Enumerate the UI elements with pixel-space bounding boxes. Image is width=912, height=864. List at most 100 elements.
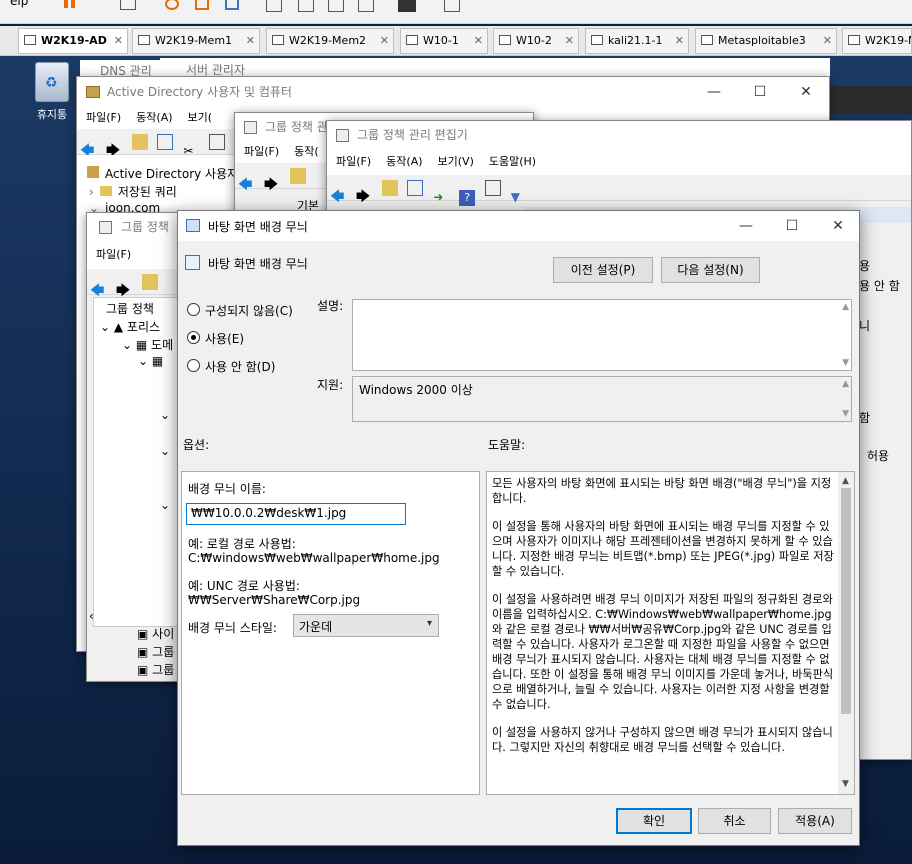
vm-tab-w2k19-me[interactable]: W2K19-Me [842,28,912,54]
scroll-down-icon[interactable]: ▼ [842,777,849,792]
tree-root[interactable]: Active Directory 사용자 [87,165,238,182]
gpl-tree-forest[interactable]: ⌄ ▲ 포리스 [100,318,160,335]
maximize-button[interactable]: ☐ [769,211,815,241]
gpl-tree-ou[interactable]: ⌄ ▦ [138,354,163,368]
menu-file[interactable]: 파일(F) [244,145,279,158]
gpl-tree-domain[interactable]: ⌄ ▦ 도메 [122,336,173,353]
pause-icon[interactable] [64,0,68,8]
folder-up-icon[interactable] [289,168,306,184]
vm-tab-w2k19-mem1[interactable]: W2K19-Mem1 ✕ [132,28,260,54]
vm-tab-w10-1[interactable]: W10-1 ✕ [400,28,488,54]
manage-snapshots-icon[interactable] [225,0,239,10]
menu-view[interactable]: 보기(V) [438,155,474,168]
vm-tab-w10-2[interactable]: W10-2 ✕ [493,28,579,54]
gpl-item-sites[interactable]: ▣ 사이 [137,625,174,642]
gpl-item-modeling[interactable]: ▣ 그룹 [137,643,174,660]
wallpaper-name-input[interactable]: ₩₩10.0.0.2₩desk₩1.jpg [186,503,406,525]
close-icon[interactable]: ✕ [823,29,832,53]
dialog-titlebar[interactable]: 바탕 화면 배경 무늬 — ☐ ✕ [178,211,859,241]
scroll-up-icon[interactable]: ▲ [842,474,849,489]
minimize-button[interactable]: — [723,211,769,241]
filter-icon[interactable]: ▼ [511,190,527,206]
gpl-tree-expander[interactable]: ⌄ [160,408,170,422]
vm-tab-w2k19-mem2[interactable]: W2K19-Mem2 ✕ [266,28,394,54]
help-menu[interactable]: elp [10,0,28,8]
forward-arrow-icon[interactable]: 🡆 [106,140,122,159]
close-button[interactable]: ✕ [783,77,829,107]
maximize-button[interactable]: ☐ [737,77,783,107]
folder-up-icon[interactable] [381,180,398,196]
scroll-up-icon[interactable]: ▲ [842,379,849,389]
back-arrow-icon[interactable]: 🡄 [90,280,106,299]
cancel-button[interactable]: 취소 [698,808,771,834]
menu-file[interactable]: 파일(F) [96,248,131,261]
next-setting-button[interactable]: 다음 설정(N) [661,257,760,283]
folder-up-icon[interactable] [131,134,148,150]
help-scrollbar[interactable]: ▲ ▼ [838,472,854,794]
menu-action[interactable]: 동작(A) [386,155,422,168]
console-icon[interactable] [398,0,416,12]
scrollbar-thumb[interactable] [841,488,851,714]
close-icon[interactable]: ✕ [380,29,389,53]
recycle-bin[interactable]: ♻ 휴지통 [26,62,78,122]
vm-settings-icon[interactable] [120,0,136,10]
menu-file[interactable]: 파일(F) [336,155,371,168]
folder-up-icon[interactable] [141,274,158,290]
close-button[interactable]: ✕ [815,211,861,241]
close-icon[interactable]: ✕ [474,29,483,53]
style-select[interactable]: 가운데 ▾ [293,614,439,637]
snapshot-icon[interactable] [165,0,179,10]
close-icon[interactable]: ✕ [246,29,255,53]
scroll-up-icon[interactable]: ▲ [842,302,849,312]
help-icon[interactable]: ? [459,190,476,206]
back-arrow-icon[interactable]: 🡄 [238,174,254,193]
previous-setting-button[interactable]: 이전 설정(P) [553,257,653,283]
gpl-tree-expander[interactable]: ⌄ [160,444,170,458]
comment-textarea[interactable]: ▲ ▼ [352,299,852,371]
ad-titlebar[interactable]: Active Directory 사용자 및 컴퓨터 — ☐ ✕ [77,77,829,107]
close-icon[interactable]: ✕ [565,29,574,53]
view-icon[interactable] [328,0,344,12]
scroll-down-icon[interactable]: ▼ [842,409,849,419]
radio-enabled[interactable] [187,331,200,344]
minimize-button[interactable]: — [691,77,737,107]
show-hide-tree-icon[interactable] [157,134,174,150]
radio-disabled[interactable] [187,359,200,372]
gpl-titlebar[interactable]: 그룹 정책 [87,213,181,241]
back-arrow-icon[interactable]: 🡄 [330,186,346,205]
menu-file[interactable]: 파일(F) [86,111,121,124]
unity-icon[interactable] [298,0,314,12]
apply-button[interactable]: 적용(A) [778,808,852,834]
show-hide-tree-icon[interactable] [407,180,424,196]
revert-icon[interactable] [195,0,209,10]
menu-help[interactable]: 도움말(H) [489,155,536,168]
menu-action[interactable]: 동작( [294,145,319,158]
gpl-tree-expander[interactable]: ⌄ [160,498,170,512]
forward-arrow-icon[interactable]: 🡆 [116,280,132,299]
vm-tab-metasploitable3[interactable]: Metasploitable3 ✕ [695,28,837,54]
view-icon-2[interactable] [358,0,374,12]
vm-tab-w2k19-ad[interactable]: W2K19-AD ✕ [18,28,128,54]
tree-saved-queries[interactable]: › 저장된 쿼리 [89,183,177,200]
back-arrow-icon[interactable]: 🡄 [80,140,96,159]
fullscreen-icon[interactable] [266,0,282,12]
gpl-item-results[interactable]: ▣ 그룹 [137,661,174,678]
menu-view[interactable]: 보기( [188,111,213,124]
vm-icon [406,35,418,45]
close-icon[interactable]: ✕ [114,29,123,53]
copy-icon[interactable] [209,134,226,150]
menu-action[interactable]: 동작(A) [136,111,172,124]
gpl-tree-root[interactable]: 그룹 정책 [106,300,154,317]
radio-not-configured[interactable] [187,303,200,316]
scroll-down-icon[interactable]: ▼ [842,358,849,368]
scroll-left-icon[interactable]: ‹ [89,609,94,623]
stretch-icon[interactable] [444,0,460,12]
properties-icon[interactable] [484,180,501,196]
ok-button[interactable]: 확인 [616,808,692,834]
forward-arrow-icon[interactable]: 🡆 [264,174,280,193]
forward-arrow-icon[interactable]: 🡆 [356,186,372,205]
close-icon[interactable]: ✕ [675,29,684,53]
vm-tab-kali[interactable]: kali21.1-1 ✕ [585,28,689,54]
gpe-titlebar[interactable]: 그룹 정책 관리 편집기 [327,121,911,149]
export-icon[interactable]: ➜ [433,190,449,206]
